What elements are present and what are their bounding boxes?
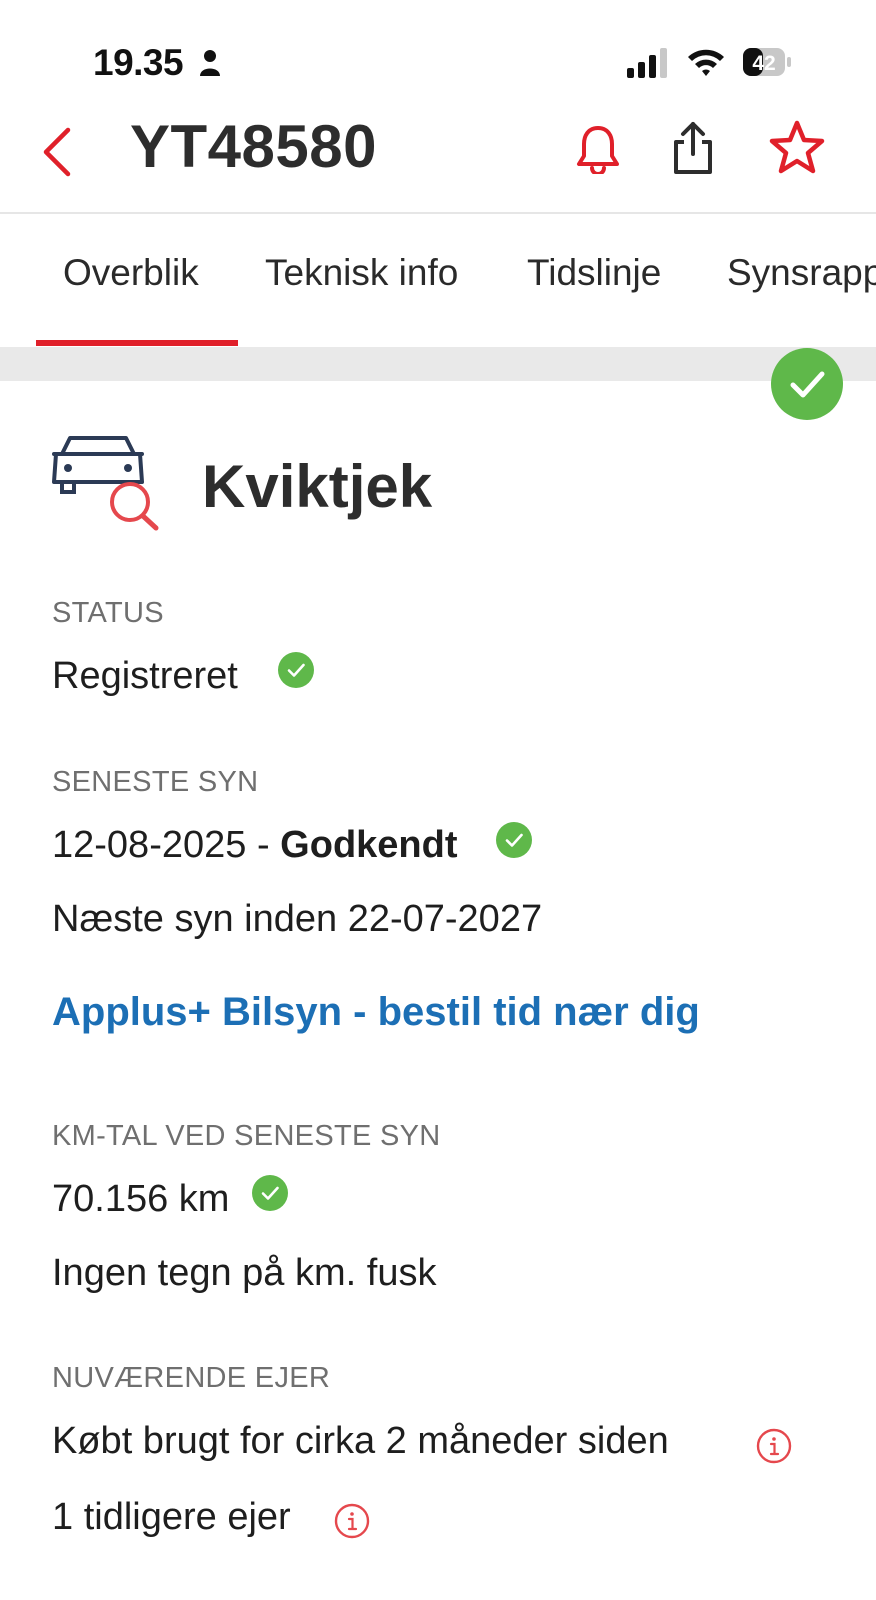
tab-overblik[interactable]: Overblik — [63, 252, 199, 294]
check-icon — [278, 652, 314, 688]
seneste-syn-label: SENESTE SYN — [52, 766, 259, 798]
active-tab-indicator — [36, 340, 238, 346]
battery-icon: 42 — [743, 48, 791, 76]
tab-synsrapport[interactable]: Synsrapp — [727, 252, 876, 294]
status-value: Registreret — [52, 655, 238, 697]
wifi-icon — [688, 49, 724, 76]
date-separator: - — [246, 824, 281, 866]
car-search-icon — [52, 436, 159, 531]
signal-icon — [627, 48, 667, 78]
previous-owners: 1 tidligere ejer — [52, 1496, 291, 1538]
inspection-result: Godkendt — [280, 824, 458, 866]
inspection-date: 12-08-2025 — [52, 824, 247, 866]
check-icon — [496, 822, 532, 858]
star-icon[interactable] — [768, 120, 826, 176]
km-value: 70.156 km — [52, 1178, 230, 1220]
km-fraud-note: Ingen tegn på km. fusk — [52, 1252, 437, 1294]
check-badge-icon — [771, 348, 843, 420]
owner-label: NUVÆRENDE EJER — [52, 1362, 331, 1394]
info-icon[interactable] — [334, 1503, 370, 1539]
bell-icon[interactable] — [576, 124, 620, 174]
tab-teknisk-info[interactable]: Teknisk info — [265, 252, 458, 294]
section-divider — [0, 347, 876, 381]
person-icon — [200, 50, 220, 76]
check-icon — [252, 1175, 288, 1211]
book-inspection-link[interactable]: Applus+ Bilsyn - bestil tid nær dig — [52, 990, 700, 1035]
status-time: 19.35 — [93, 42, 184, 83]
header-divider — [0, 212, 876, 214]
seneste-syn-value: 12-08-2025 - Godkendt — [52, 824, 458, 867]
info-icon[interactable] — [756, 1428, 792, 1464]
page-title: YT48580 — [130, 113, 378, 180]
back-chevron-icon[interactable] — [38, 124, 78, 180]
section-title: Kviktjek — [202, 453, 433, 520]
status-label: STATUS — [52, 597, 164, 629]
owner-bought: Købt brugt for cirka 2 måneder siden — [52, 1420, 669, 1462]
share-icon[interactable] — [670, 120, 716, 176]
km-label: KM-TAL VED SENESTE SYN — [52, 1120, 441, 1152]
battery-level: 42 — [752, 52, 775, 75]
tab-tidslinje[interactable]: Tidslinje — [527, 252, 661, 294]
next-inspection: Næste syn inden 22-07-2027 — [52, 898, 543, 940]
